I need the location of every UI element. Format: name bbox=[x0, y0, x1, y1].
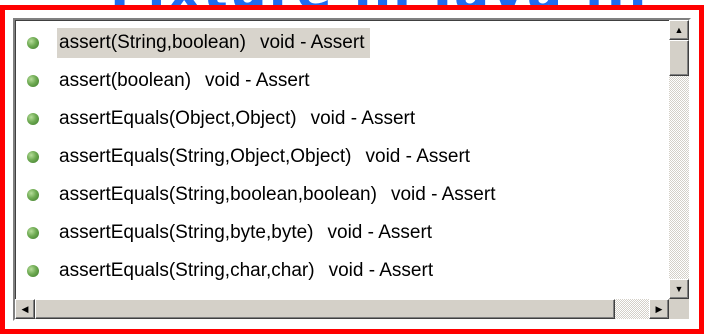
method-return-type: void - Assert bbox=[365, 146, 471, 167]
list-item[interactable]: assertEquals(String,Object,Object) void -… bbox=[15, 138, 669, 176]
method-icon bbox=[27, 151, 39, 163]
list-item-text: assertEquals(String,boolean,boolean) void… bbox=[57, 180, 501, 210]
method-signature: assertEquals(String,Object,Object) bbox=[59, 146, 352, 167]
method-return-type: void - Assert bbox=[390, 184, 496, 205]
vertical-scrollbar[interactable]: ▲ ▼ bbox=[669, 20, 689, 299]
list-item-text: assert(boolean) void - Assert bbox=[57, 66, 316, 96]
method-list[interactable]: assert(String,boolean) void - Assert asse… bbox=[15, 20, 669, 299]
list-item-text: assertEquals(String,Object,Object) void -… bbox=[57, 142, 476, 172]
method-return-type: void - Assert bbox=[310, 108, 416, 129]
method-return-type: void - Assert bbox=[328, 260, 434, 281]
vertical-scroll-thumb[interactable] bbox=[669, 40, 689, 76]
arrow-right-icon: ▶ bbox=[655, 303, 663, 314]
scroll-left-button[interactable]: ◀ bbox=[15, 299, 35, 319]
method-icon bbox=[27, 189, 39, 201]
method-return-type: void - Assert bbox=[205, 70, 310, 91]
method-signature: assertEquals(String,byte,byte) bbox=[59, 222, 314, 243]
list-item[interactable]: assertEquals(Object,Object) void - Assert bbox=[15, 100, 669, 138]
list-item[interactable]: assertEquals(String,char,char) void - Ass… bbox=[15, 252, 669, 290]
list-item-text: assertEquals(Object,Object) void - Assert bbox=[57, 104, 421, 134]
method-icon bbox=[27, 75, 39, 87]
method-icon bbox=[27, 265, 39, 277]
list-item[interactable]: assert(boolean) void - Assert bbox=[15, 62, 669, 100]
method-signature: assertEquals(Object,Object) bbox=[59, 108, 297, 129]
method-signature: assertEquals(String,boolean,boolean) bbox=[59, 184, 377, 205]
scroll-right-button[interactable]: ▶ bbox=[649, 299, 669, 319]
method-icon bbox=[27, 227, 39, 239]
highlight-frame: assert(String,boolean) void - Assert asse… bbox=[0, 5, 704, 334]
method-icon bbox=[27, 37, 39, 49]
scroll-down-button[interactable]: ▼ bbox=[669, 279, 689, 299]
list-item-text: assertEquals(String,char,char) void - Ass… bbox=[57, 256, 439, 286]
scroll-up-button[interactable]: ▲ bbox=[669, 20, 689, 40]
arrow-left-icon: ◀ bbox=[21, 303, 29, 314]
horizontal-scroll-thumb[interactable] bbox=[35, 299, 615, 319]
list-item-text: assertEquals(String,byte,byte) void - Ass… bbox=[57, 218, 438, 248]
method-signature: assert(String,boolean) bbox=[59, 32, 246, 53]
horizontal-scrollbar[interactable]: ◀ ▶ bbox=[15, 299, 669, 319]
list-item[interactable]: assertEquals(String,byte,byte) void - Ass… bbox=[15, 214, 669, 252]
method-return-type: void - Assert bbox=[259, 32, 365, 53]
list-item[interactable]: assert(String,boolean) void - Assert bbox=[15, 24, 669, 62]
list-item-text: assert(String,boolean) void - Assert bbox=[57, 28, 371, 58]
list-item[interactable]: assertEquals(String,boolean,boolean) void… bbox=[15, 176, 669, 214]
method-signature: assertEquals(String,char,char) bbox=[59, 260, 315, 281]
arrow-up-icon: ▲ bbox=[674, 24, 684, 35]
scrollbar-corner bbox=[669, 299, 689, 319]
method-icon bbox=[27, 113, 39, 125]
method-return-type: void - Assert bbox=[327, 222, 433, 243]
autocomplete-popup: assert(String,boolean) void - Assert asse… bbox=[13, 18, 691, 321]
arrow-down-icon: ▼ bbox=[674, 283, 684, 294]
method-signature: assert(boolean) bbox=[59, 70, 192, 91]
